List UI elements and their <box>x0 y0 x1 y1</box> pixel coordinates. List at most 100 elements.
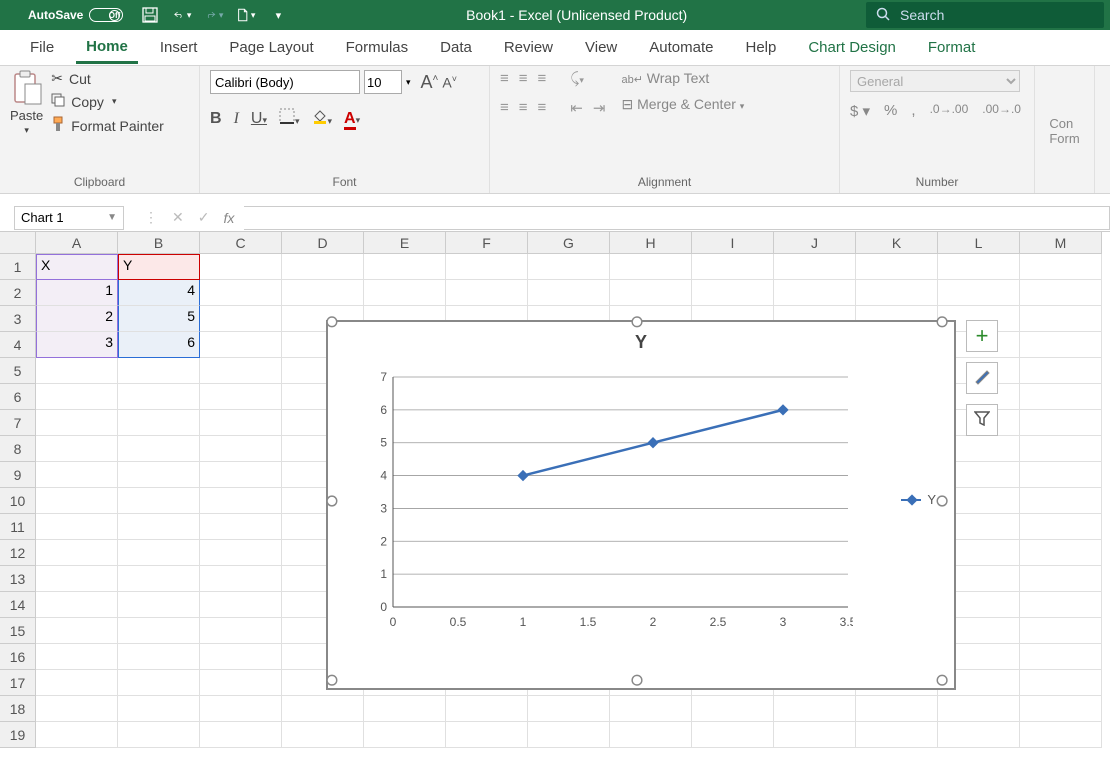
cell[interactable] <box>1020 358 1102 384</box>
align-top-button[interactable]: ≡ <box>500 70 509 87</box>
accounting-format-button[interactable]: $ ▾ <box>850 102 870 120</box>
column-header[interactable]: A <box>36 232 118 254</box>
align-middle-button[interactable]: ≡ <box>519 70 528 87</box>
cell[interactable] <box>1020 618 1102 644</box>
cell[interactable] <box>610 696 692 722</box>
cell[interactable]: Y <box>118 254 200 280</box>
cell[interactable] <box>1020 410 1102 436</box>
tab-insert[interactable]: Insert <box>150 33 208 62</box>
align-right-button[interactable]: ≡ <box>538 99 547 117</box>
row-header[interactable]: 12 <box>0 540 36 566</box>
cell[interactable] <box>118 696 200 722</box>
cell[interactable] <box>200 254 282 280</box>
cut-button[interactable]: ✂Cut <box>51 70 164 87</box>
chart-filter-button[interactable] <box>966 404 998 436</box>
cell[interactable] <box>528 696 610 722</box>
row-header[interactable]: 17 <box>0 670 36 696</box>
borders-button[interactable]: ▾ <box>279 108 300 129</box>
cell[interactable] <box>200 358 282 384</box>
column-header[interactable]: H <box>610 232 692 254</box>
tab-automate[interactable]: Automate <box>639 33 723 62</box>
font-name-select[interactable] <box>210 70 360 94</box>
select-all-corner[interactable] <box>0 232 36 254</box>
fill-color-button[interactable]: ▾ <box>312 108 333 129</box>
row-header[interactable]: 11 <box>0 514 36 540</box>
enter-icon[interactable]: ✓ <box>198 209 210 226</box>
cell[interactable] <box>36 722 118 748</box>
cell[interactable] <box>528 280 610 306</box>
row-header[interactable]: 15 <box>0 618 36 644</box>
cell[interactable] <box>938 280 1020 306</box>
cell[interactable] <box>118 592 200 618</box>
cell[interactable] <box>118 514 200 540</box>
cell[interactable] <box>200 462 282 488</box>
cell[interactable] <box>1020 254 1102 280</box>
cell[interactable] <box>36 540 118 566</box>
cell[interactable] <box>36 488 118 514</box>
cell[interactable] <box>282 696 364 722</box>
cell[interactable] <box>364 722 446 748</box>
chart-legend[interactable]: Y <box>901 492 936 507</box>
italic-button[interactable]: I <box>234 110 239 128</box>
tab-format[interactable]: Format <box>918 33 986 62</box>
cell[interactable] <box>1020 644 1102 670</box>
comma-button[interactable]: , <box>911 102 915 120</box>
fx-icon[interactable]: fx <box>223 210 234 226</box>
cell[interactable] <box>774 280 856 306</box>
cell[interactable] <box>200 280 282 306</box>
cell[interactable] <box>118 384 200 410</box>
row-header[interactable]: 13 <box>0 566 36 592</box>
cell[interactable] <box>200 332 282 358</box>
row-header[interactable]: 3 <box>0 306 36 332</box>
cell[interactable] <box>774 722 856 748</box>
tab-review[interactable]: Review <box>494 33 563 62</box>
qat-customize-icon[interactable]: ▾ <box>269 6 287 24</box>
cell[interactable] <box>200 592 282 618</box>
column-header[interactable]: L <box>938 232 1020 254</box>
row-header[interactable]: 9 <box>0 462 36 488</box>
cell[interactable] <box>1020 722 1102 748</box>
search-box[interactable]: Search <box>866 2 1104 28</box>
cell[interactable] <box>364 696 446 722</box>
cell[interactable] <box>856 696 938 722</box>
cell[interactable] <box>200 670 282 696</box>
cell[interactable] <box>36 696 118 722</box>
cell[interactable] <box>118 358 200 384</box>
column-header[interactable]: E <box>364 232 446 254</box>
row-header[interactable]: 1 <box>0 254 36 280</box>
cancel-icon[interactable]: ✕ <box>172 209 184 226</box>
cell[interactable] <box>774 254 856 280</box>
wrap-text-button[interactable]: ab↵ Wrap Text <box>621 70 744 86</box>
tab-chart-design[interactable]: Chart Design <box>798 33 906 62</box>
cell[interactable]: 6 <box>118 332 200 358</box>
row-header[interactable]: 8 <box>0 436 36 462</box>
row-header[interactable]: 10 <box>0 488 36 514</box>
cell[interactable] <box>118 644 200 670</box>
cell[interactable] <box>1020 670 1102 696</box>
cell[interactable]: 1 <box>36 280 118 306</box>
cell[interactable] <box>1020 332 1102 358</box>
column-header[interactable]: M <box>1020 232 1102 254</box>
cell[interactable] <box>118 410 200 436</box>
cell[interactable] <box>692 722 774 748</box>
cell[interactable] <box>200 566 282 592</box>
cell[interactable] <box>1020 488 1102 514</box>
cell[interactable] <box>200 488 282 514</box>
row-header[interactable]: 7 <box>0 410 36 436</box>
cell[interactable] <box>856 254 938 280</box>
cell[interactable] <box>118 670 200 696</box>
autosave-switch[interactable]: Off <box>89 8 123 22</box>
cell[interactable] <box>36 358 118 384</box>
number-format-select[interactable]: General <box>850 70 1020 92</box>
increase-decimal-button[interactable]: .0→.00 <box>930 102 969 120</box>
cell[interactable] <box>1020 592 1102 618</box>
cell[interactable] <box>200 384 282 410</box>
cell[interactable] <box>36 410 118 436</box>
cell[interactable] <box>528 722 610 748</box>
cell[interactable] <box>856 722 938 748</box>
row-header[interactable]: 5 <box>0 358 36 384</box>
column-header[interactable]: K <box>856 232 938 254</box>
cell[interactable] <box>610 280 692 306</box>
cell[interactable] <box>1020 540 1102 566</box>
cell[interactable] <box>200 436 282 462</box>
